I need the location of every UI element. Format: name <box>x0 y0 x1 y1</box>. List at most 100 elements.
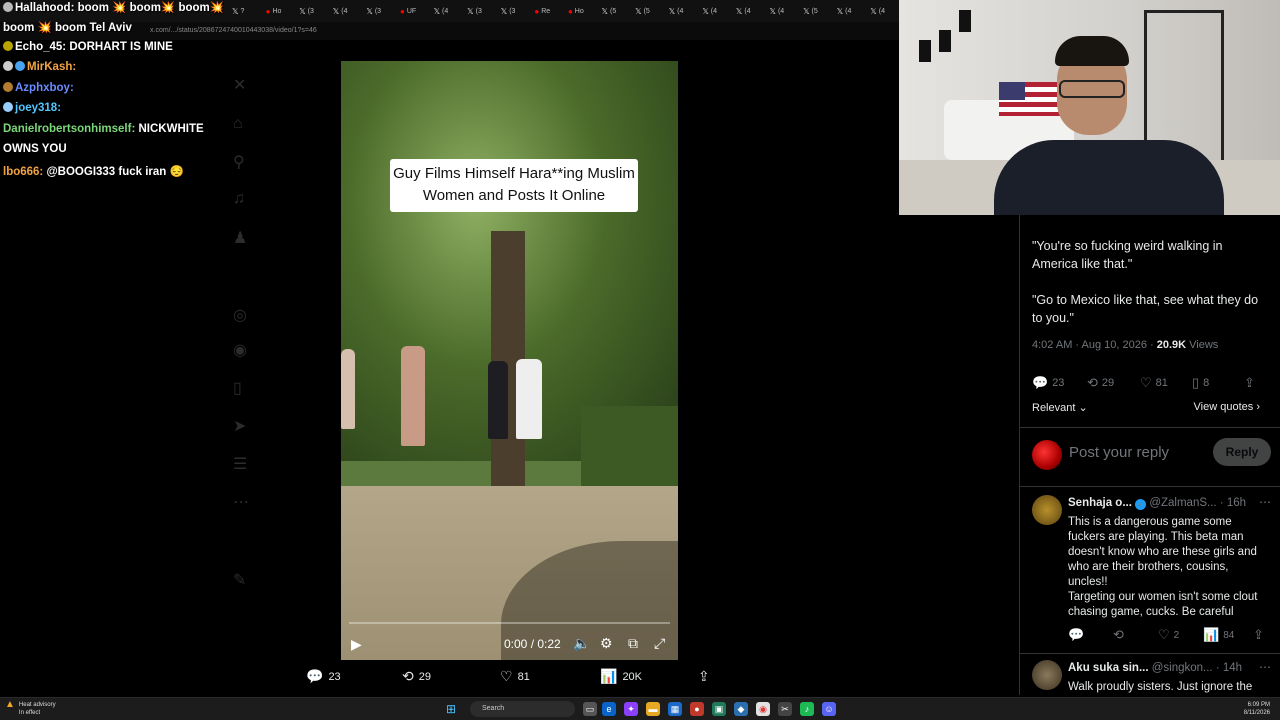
edge-icon[interactable]: e <box>602 702 616 716</box>
like-action[interactable]: ♡ 81 <box>500 668 530 685</box>
spotify-icon[interactable]: ♪ <box>800 702 814 716</box>
task-view-icon[interactable]: ▭ <box>583 702 597 716</box>
browser-tab[interactable]: ● Ho <box>266 3 296 19</box>
reply-views-button[interactable]: 📊 84 <box>1203 627 1234 643</box>
chat-message: lbo666: @BOOGI333 fuck iran 😔 <box>3 164 184 178</box>
store-icon[interactable]: ▦ <box>668 702 682 716</box>
x-icon: 𝕏 <box>500 6 508 16</box>
chrome-icon[interactable]: ◉ <box>756 702 770 716</box>
x-icon: 𝕏 <box>601 6 608 16</box>
browser-tab[interactable]: 𝕏 (4 <box>837 3 867 19</box>
video-person-dark <box>488 361 508 439</box>
chevron-right-icon: › <box>1256 401 1260 413</box>
more-icon[interactable]: ⋯ <box>1259 660 1271 674</box>
reply-reply-button[interactable]: 💬 <box>1068 627 1084 643</box>
reply-repost-button[interactable]: ⟲ <box>1113 627 1124 643</box>
windows-taskbar: ▲ Heat advisory In effect ⊞ Search ▭ e ✦ ▬… <box>0 697 1280 720</box>
browser-tab-label: (3 <box>307 7 314 15</box>
browser-tab[interactable]: 𝕏 (5 <box>602 3 632 19</box>
views-action[interactable]: 📊 20K <box>600 668 642 685</box>
clock-time: 6:09 PM <box>1247 702 1270 708</box>
video-action-bar: 💬 23 ⟲ 29 ♡ 81 📊 20K ⇪ <box>300 668 720 688</box>
tweet-like-count: 81 <box>1155 377 1168 389</box>
chat-badge-icon <box>3 82 13 92</box>
youtube-icon: ● <box>399 6 405 16</box>
tweet-like-button[interactable]: ♡ 81 <box>1140 375 1168 391</box>
reply-like-button[interactable]: ♡ 2 <box>1158 627 1179 643</box>
app-icon[interactable]: ● <box>690 702 704 716</box>
video-time: 0:00 / 0:22 <box>504 637 561 651</box>
reply-count: 23 <box>328 670 341 683</box>
fullscreen-icon[interactable]: ⤢ <box>654 635 665 652</box>
weather-widget[interactable]: ▲ Heat advisory In effect <box>5 700 56 717</box>
tweet-bookmark-button[interactable]: ▯ 8 <box>1192 375 1209 391</box>
browser-tab[interactable]: ● Ho <box>568 3 598 19</box>
browser-tab[interactable]: 𝕏? <box>232 3 262 19</box>
tweet-repost-button[interactable]: ⟲ 29 <box>1087 375 1114 391</box>
reply-icon: 💬 <box>306 668 324 684</box>
explore-icon: ⚲ <box>233 154 245 171</box>
browser-tab[interactable]: 𝕏 (4 <box>702 3 732 19</box>
video-player[interactable] <box>341 61 678 660</box>
repost-icon: ⟲ <box>1113 627 1124 642</box>
video-person-edge <box>341 349 355 429</box>
reply-button[interactable]: Reply <box>1213 438 1271 466</box>
taskbar-search[interactable]: Search <box>470 701 575 717</box>
copilot-icon[interactable]: ✦ <box>624 702 638 716</box>
streamer-glasses <box>1059 80 1125 98</box>
browser-tab[interactable]: 𝕏 (4 <box>736 3 766 19</box>
like-icon: ♡ <box>500 668 513 684</box>
taskbar-clock[interactable]: 6:09 PM 8/11/2026 <box>1244 701 1270 717</box>
browser-tab[interactable]: 𝕏 (3 <box>299 3 329 19</box>
browser-tab[interactable]: 𝕏 (4 <box>333 3 363 19</box>
app-icon[interactable]: ✂ <box>778 702 792 716</box>
like-count: 81 <box>517 670 530 683</box>
browser-tab-label: Ho <box>272 7 282 15</box>
pip-icon[interactable]: ⧉ <box>628 635 638 652</box>
chat-username: MirKash: <box>27 61 77 73</box>
view-quotes-label: View quotes <box>1193 401 1254 413</box>
reply-share-button[interactable]: ⇪ <box>1253 627 1264 643</box>
browser-tab[interactable]: 𝕏 (5 <box>635 3 665 19</box>
play-icon[interactable]: ▶ <box>351 636 362 653</box>
browser-tab[interactable]: 𝕏 (4 <box>434 3 464 19</box>
discord-icon[interactable]: ☺ <box>822 702 836 716</box>
address-bar[interactable]: x.com/.../status/2086724740010443038/vid… <box>0 22 900 40</box>
x-icon: 𝕏 <box>702 6 709 16</box>
repost-action[interactable]: ⟲ 29 <box>402 668 431 685</box>
file-explorer-icon[interactable]: ▬ <box>646 702 660 716</box>
browser-tab[interactable]: 𝕏 (3 <box>467 3 497 19</box>
settings-icon[interactable]: ⚙ <box>600 635 613 652</box>
volume-icon[interactable]: 🔈 <box>573 635 590 652</box>
app-icon[interactable]: ▣ <box>712 702 726 716</box>
browser-tab-label: (3 <box>475 7 482 15</box>
more-icon[interactable]: ⋯ <box>1259 495 1271 509</box>
browser-tab[interactable]: 𝕏 (3 <box>501 3 531 19</box>
browser-tab[interactable]: ● UF <box>400 3 430 19</box>
tweet-reply-count: 23 <box>1052 377 1065 389</box>
share-action[interactable]: ⇪ <box>698 668 710 685</box>
reply-input[interactable]: Post your reply <box>1069 444 1169 461</box>
browser-tab[interactable]: 𝕏 (4 <box>870 3 900 19</box>
tweet-detail-panel: "You're so fucking weird walking in Amer… <box>1019 215 1280 695</box>
windows-start-icon[interactable]: ⊞ <box>446 702 456 716</box>
browser-tab[interactable]: 𝕏 (4 <box>770 3 800 19</box>
app-icon[interactable]: ◆ <box>734 702 748 716</box>
reply-action[interactable]: 💬 23 <box>306 668 341 685</box>
tweet-share-button[interactable]: ⇪ <box>1244 375 1255 391</box>
browser-tab[interactable]: 𝕏 (3 <box>366 3 396 19</box>
browser-tab-label: (4 <box>744 7 751 15</box>
streamer-hair <box>1055 36 1129 66</box>
reply-icon: 💬 <box>1032 375 1049 390</box>
sort-relevant-dropdown[interactable]: Relevant ⌄ <box>1032 401 1088 414</box>
browser-tab[interactable]: ● Re <box>534 3 564 19</box>
browser-tab[interactable]: 𝕏 (4 <box>669 3 699 19</box>
video-progress-bar[interactable] <box>349 622 670 624</box>
repost-count: 29 <box>418 670 431 683</box>
tweet-reply-button[interactable]: 💬 23 <box>1032 375 1064 391</box>
chat-username: Danielrobertsonhimself: <box>3 123 136 135</box>
x-icon: 𝕏 <box>232 6 239 16</box>
view-quotes-link[interactable]: View quotes › <box>1194 401 1260 413</box>
chat-badge-icon <box>3 41 13 51</box>
browser-tab[interactable]: 𝕏 (5 <box>803 3 833 19</box>
